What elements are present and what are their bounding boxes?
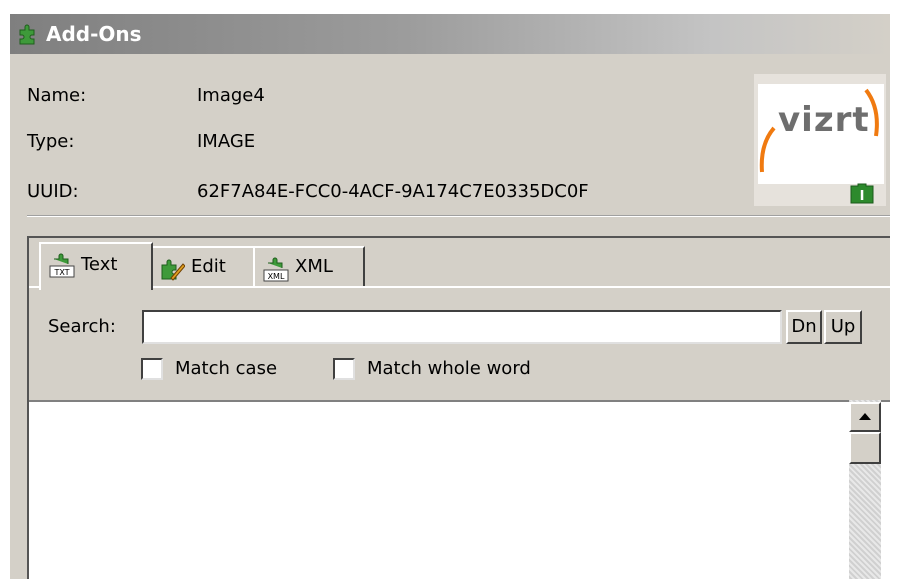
puzzle-xml-icon: XML — [263, 257, 289, 282]
image-type-icon: I — [850, 183, 874, 204]
puzzle-icon — [19, 24, 35, 45]
tab-text[interactable]: TXT Text — [39, 242, 153, 290]
tab-divider — [29, 286, 890, 288]
type-value: IMAGE — [197, 131, 256, 152]
add-ons-window: Add-Ons Name: Image4 Type: IMAGE UUID: 6… — [10, 14, 890, 579]
tab-text-label: Text — [81, 254, 118, 275]
match-case-label: Match case — [175, 358, 278, 379]
tab-edit-label: Edit — [191, 256, 226, 277]
svg-text:TXT: TXT — [53, 268, 69, 277]
scroll-up-button[interactable] — [849, 402, 881, 432]
vertical-scrollbar[interactable] — [849, 400, 881, 579]
name-label: Name: — [27, 85, 87, 106]
match-whole-word-option[interactable]: Match whole word — [333, 356, 573, 382]
puzzle-edit-icon — [161, 259, 185, 281]
name-value: Image4 — [197, 85, 265, 106]
vizrt-logo-text: vizrt — [778, 100, 870, 140]
search-input[interactable] — [142, 310, 782, 344]
uuid-value: 62F7A84E-FCC0-4ACF-9A174C7E0335DC0F — [197, 181, 589, 202]
scroll-thumb[interactable] — [849, 432, 881, 464]
uuid-label: UUID: — [27, 181, 79, 202]
tab-edit[interactable]: Edit — [149, 246, 257, 288]
content-panel: TXT Text Edit XML XML Search: Dn Up Matc… — [27, 236, 890, 579]
svg-text:XML: XML — [268, 272, 285, 281]
tab-xml[interactable]: XML XML — [253, 246, 365, 288]
header-separator — [27, 215, 890, 217]
match-whole-word-label: Match whole word — [367, 358, 531, 379]
text-content-area[interactable] — [29, 400, 890, 579]
match-case-option[interactable]: Match case — [141, 356, 321, 382]
thumbnail-image: vizrt — [758, 84, 884, 184]
match-whole-word-checkbox[interactable] — [333, 358, 355, 380]
left-swoosh — [759, 126, 776, 173]
right-swoosh — [864, 88, 879, 137]
type-label: Type: — [27, 131, 75, 152]
tab-bar: TXT Text Edit XML XML — [29, 238, 890, 290]
search-label: Search: — [48, 316, 116, 337]
asset-thumbnail[interactable]: vizrt I — [754, 74, 886, 206]
match-case-checkbox[interactable] — [141, 358, 163, 380]
arrow-up-icon — [859, 413, 871, 420]
search-down-button[interactable]: Dn — [786, 310, 822, 344]
search-up-button[interactable]: Up — [824, 310, 862, 344]
svg-text:I: I — [860, 189, 865, 204]
tab-xml-label: XML — [295, 256, 333, 277]
puzzle-txt-icon: TXT — [49, 253, 75, 278]
window-title: Add-Ons — [46, 22, 142, 46]
title-bar: Add-Ons — [10, 14, 890, 54]
